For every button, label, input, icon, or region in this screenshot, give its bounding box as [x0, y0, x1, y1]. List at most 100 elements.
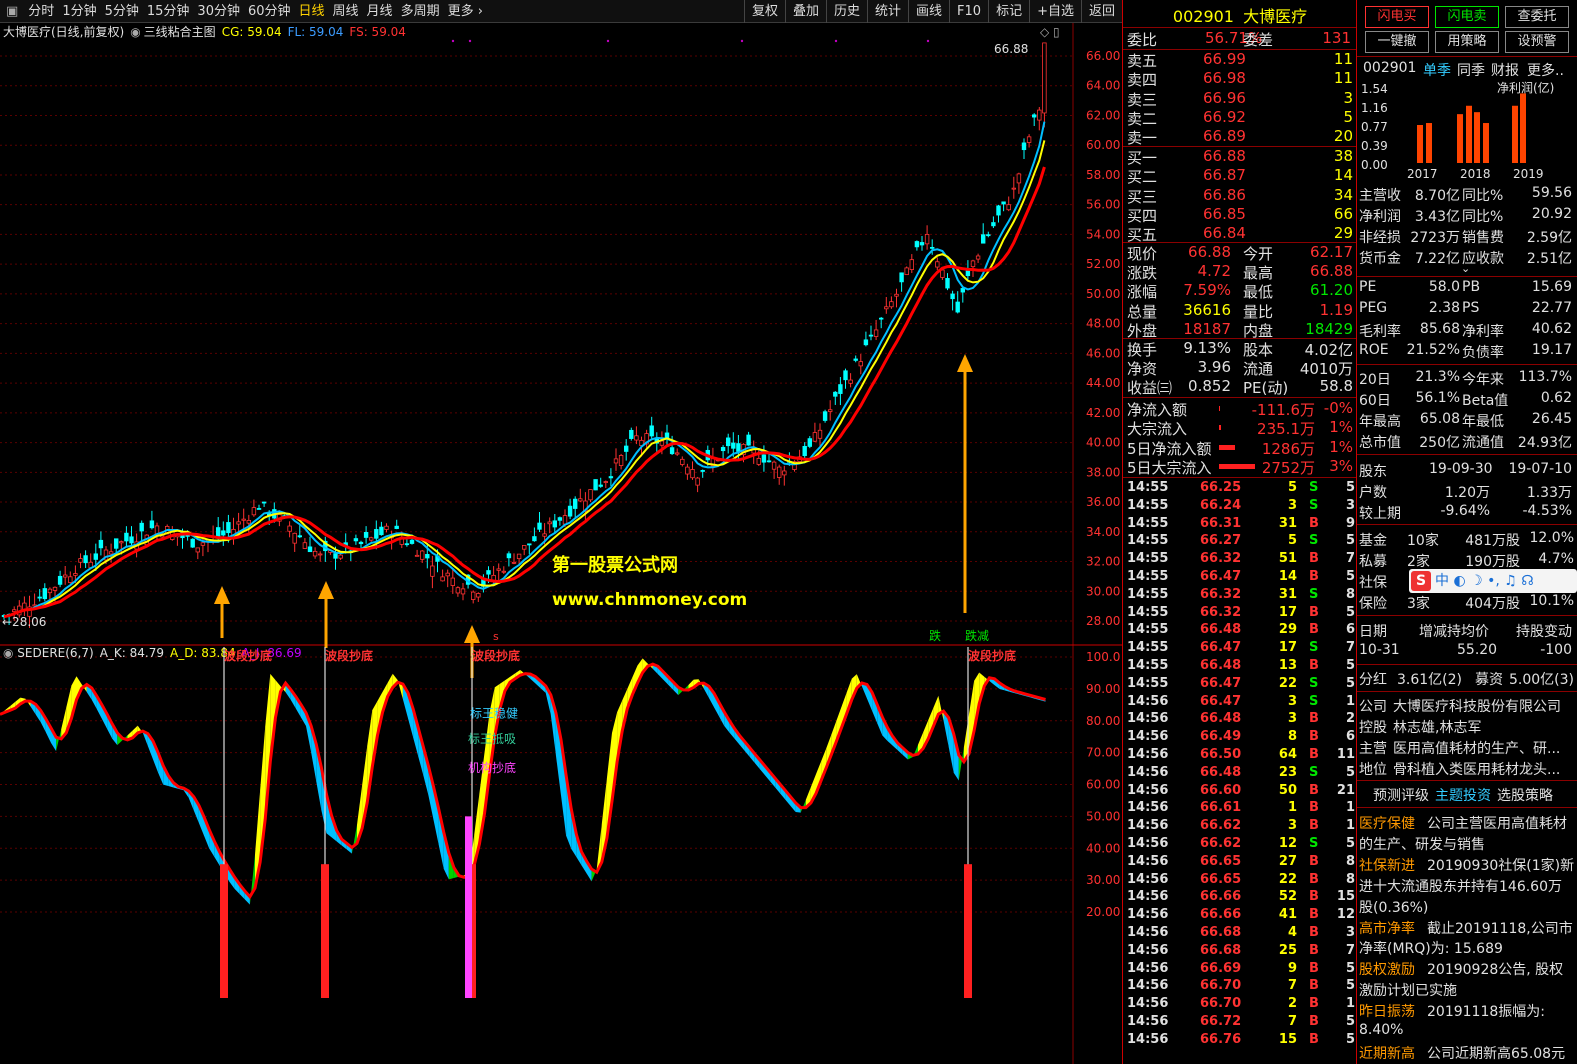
tick-time: 14:56 [1127, 925, 1169, 940]
f10-tab[interactable]: 更多.. [1527, 60, 1564, 80]
gear-icon[interactable]: ◉ [130, 25, 140, 39]
tick-side: B [1309, 960, 1319, 976]
theme-tag[interactable]: 高市净率 [1359, 918, 1415, 938]
stat-value: 18187 [1183, 319, 1231, 338]
tool-button[interactable]: 统计 [867, 0, 908, 23]
tick-row: 14:56 66.62 12 S 5 [1123, 835, 1357, 853]
theme-tag[interactable]: 昨日振荡 [1359, 1001, 1415, 1021]
tab-period[interactable]: 30分钟 [193, 0, 244, 23]
flow-row: 5日大宗流入 2752万 3% [1123, 457, 1357, 477]
tick-side: S [1309, 586, 1319, 602]
tool-button[interactable]: F10 [949, 0, 988, 23]
book-row[interactable]: 买四 66.85 66 [1123, 205, 1357, 225]
tab-period[interactable]: 月线 [363, 0, 397, 23]
indicator-name: 三线粘合主图 [144, 24, 216, 39]
book-row[interactable]: 卖一 66.89 20 [1123, 127, 1357, 147]
book-row[interactable]: 买一 66.88 38 [1123, 147, 1357, 167]
tool-button[interactable]: 叠加 [784, 0, 826, 23]
tab-period[interactable]: 1分钟 [58, 0, 100, 23]
sub-indicator-name: SEDERE(6,7) [17, 646, 93, 660]
action-button[interactable]: 闪电买 [1365, 6, 1429, 28]
action-button[interactable]: 一键撤 [1365, 31, 1429, 53]
info-tab[interactable]: 主题投资 [1435, 785, 1491, 805]
tool-button[interactable]: 标记 [988, 0, 1029, 23]
price-tick-label: 46.00 [1086, 346, 1120, 360]
f10-tab[interactable]: 财报 [1491, 60, 1519, 80]
tool-button[interactable]: 历史 [825, 0, 867, 23]
tab-period[interactable]: 周线 [329, 0, 363, 23]
book-row[interactable]: 卖三 66.96 3 [1123, 89, 1357, 109]
f10-label: 年最低 [1462, 414, 1504, 430]
theme-tag[interactable]: 社保新进 [1359, 855, 1415, 875]
f10-value: 2.38 [1428, 300, 1460, 316]
candle-body [879, 317, 884, 320]
kline-chart-area[interactable]: 66.00 64.00 62.00 60.00 58.00 56.00 54.00 52.00… [0, 23, 1122, 1064]
tick-side: B [1309, 818, 1319, 834]
tab-period[interactable]: 分时 [24, 0, 58, 23]
candle-body [47, 588, 53, 594]
tool-button[interactable]: 返回 [1080, 0, 1122, 23]
info-tab[interactable]: 选股策略 [1497, 785, 1553, 805]
tick-row: 14:56 66.68 25 B 7 [1123, 942, 1357, 960]
tab-period[interactable]: 多周期 [397, 0, 444, 23]
stat-label: 流通 [1243, 360, 1274, 379]
tick-list[interactable]: 14:55 66.25 5 S 5 14:55 66.24 3 S 3 14:55 66.31 31 B 9… [1123, 479, 1357, 1064]
f10-tab[interactable]: 同季 [1457, 60, 1485, 80]
tab-period[interactable]: 15分钟 [143, 0, 194, 23]
candle-body [991, 222, 996, 227]
tick-volume: 13 [1278, 658, 1297, 673]
chevron-down-icon[interactable]: ⌄ [1461, 262, 1470, 275]
theme-news-row: 股权激励 20190928公告, 股权 [1357, 958, 1577, 979]
tick-count: 15 [1336, 889, 1355, 905]
ime-logo-icon[interactable]: S [1411, 571, 1431, 591]
tab-period[interactable]: 5分钟 [101, 0, 143, 23]
tool-button[interactable]: 画线 [908, 0, 949, 23]
candle-body [496, 568, 501, 571]
tick-price: 66.25 [1200, 480, 1242, 495]
stat-value: 66.88 [1188, 243, 1231, 261]
action-button[interactable]: 查委托 [1505, 6, 1569, 28]
stat-value: 3.96 [1197, 358, 1231, 377]
tick-time: 14:55 [1127, 551, 1169, 567]
theme-tag[interactable]: 近期新高 [1359, 1043, 1415, 1063]
candle-body [394, 525, 399, 529]
f10-value: 20.92 [1531, 206, 1572, 222]
candle-body [287, 525, 292, 532]
tool-button[interactable]: +自选 [1029, 0, 1081, 23]
f10-tab[interactable]: 单季 [1423, 60, 1451, 80]
candle-body [868, 334, 874, 337]
tick-count: 7 [1345, 551, 1355, 567]
tool-button[interactable]: 复权 [743, 0, 785, 23]
action-button[interactable]: 闪电卖 [1435, 6, 1499, 28]
book-row[interactable]: 买三 66.86 34 [1123, 186, 1357, 206]
tab-period[interactable]: 60分钟 [244, 0, 295, 23]
tick-side: S [1309, 497, 1319, 513]
f10-value: 59.56 [1531, 185, 1572, 201]
tick-count: 6 [1345, 729, 1355, 745]
osc-tick-label: 70.00 [1086, 746, 1120, 760]
book-row[interactable]: 买二 66.87 14 [1123, 166, 1357, 186]
f10-tab[interactable]: 002901 [1363, 60, 1416, 76]
action-button[interactable]: 设预警 [1505, 31, 1569, 53]
book-row[interactable]: 卖五 66.99 11 [1123, 50, 1357, 70]
tab-period[interactable]: 日线 [295, 0, 329, 23]
info-tab[interactable]: 预测评级 [1373, 785, 1429, 805]
book-row[interactable]: 卖四 66.98 11 [1123, 69, 1357, 89]
ime-toolbar[interactable]: S中 ◐ ☽ •, ♫ ☊ [1409, 569, 1577, 593]
theme-tag[interactable]: 股权激励 [1359, 959, 1415, 979]
tick-row: 14:56 66.47 3 S 1 [1123, 693, 1357, 711]
action-button[interactable]: 用策略 [1435, 31, 1499, 53]
candle-body [812, 432, 818, 442]
book-row[interactable]: 买五 66.84 29 [1123, 224, 1357, 244]
chart-svg[interactable]: 66.00 64.00 62.00 60.00 58.00 56.00 54.00 52.00… [0, 23, 1122, 1064]
theme-tag[interactable]: 医疗保健 [1359, 813, 1415, 833]
collapse-icon[interactable]: ◇ ▯ [1040, 25, 1060, 39]
settings-icon[interactable]: ◉ [3, 646, 17, 660]
tab-period[interactable]: 更多 › [444, 0, 487, 23]
menu-icon[interactable]: ▣ [0, 0, 24, 23]
tag-label: 跌 [929, 628, 941, 643]
perf-row: 年最高 65.08 年最低 26.45 [1357, 410, 1577, 431]
book-row[interactable]: 卖二 66.92 5 [1123, 108, 1357, 128]
candle-body [914, 241, 920, 248]
candle-body [445, 572, 450, 577]
